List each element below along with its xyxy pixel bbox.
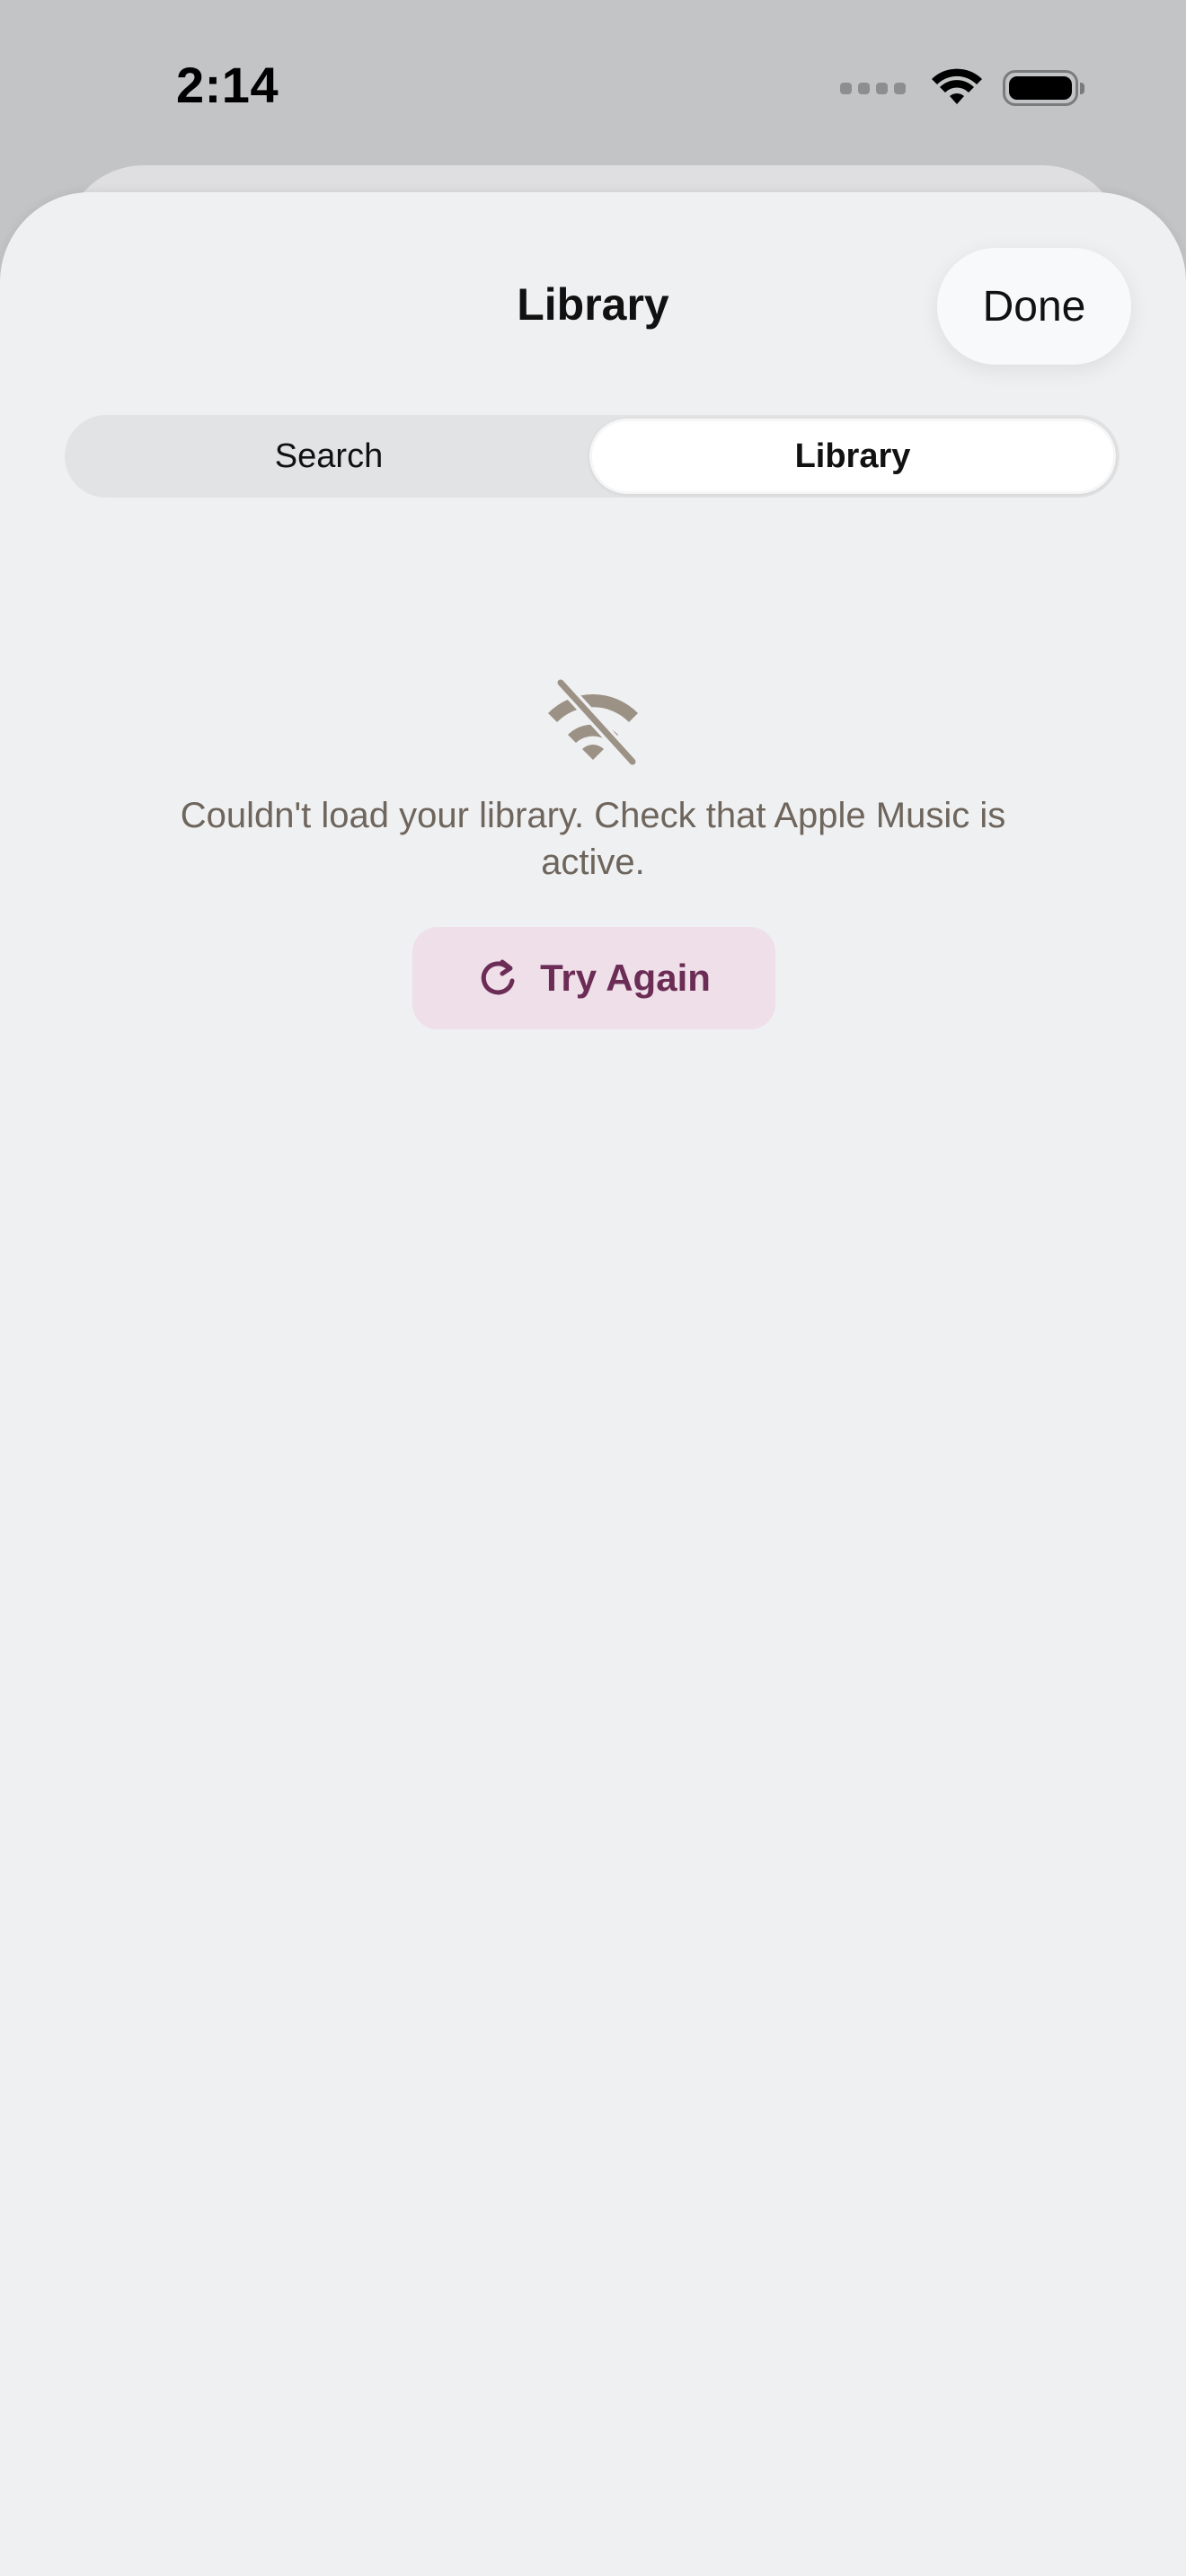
library-sheet: Library Done Search Library Couldn't loa… xyxy=(0,192,1186,2576)
try-again-label: Try Again xyxy=(540,957,711,999)
battery-icon xyxy=(1003,70,1084,106)
refresh-icon xyxy=(481,959,515,995)
error-message: Couldn't load your library. Check that A… xyxy=(180,796,1006,882)
segment-search[interactable]: Search xyxy=(68,419,589,494)
done-button[interactable]: Done xyxy=(937,248,1131,365)
status-bar-time: 2:14 xyxy=(176,57,279,113)
status-bar-indicators xyxy=(840,65,1084,111)
segmented-control: Search Library xyxy=(65,415,1120,498)
segment-library[interactable]: Library xyxy=(589,419,1116,494)
try-again-button[interactable]: Try Again xyxy=(412,927,775,1029)
wifi-slash-icon xyxy=(548,679,639,765)
wifi-icon xyxy=(932,68,982,104)
cellular-signal-icon xyxy=(840,82,906,94)
